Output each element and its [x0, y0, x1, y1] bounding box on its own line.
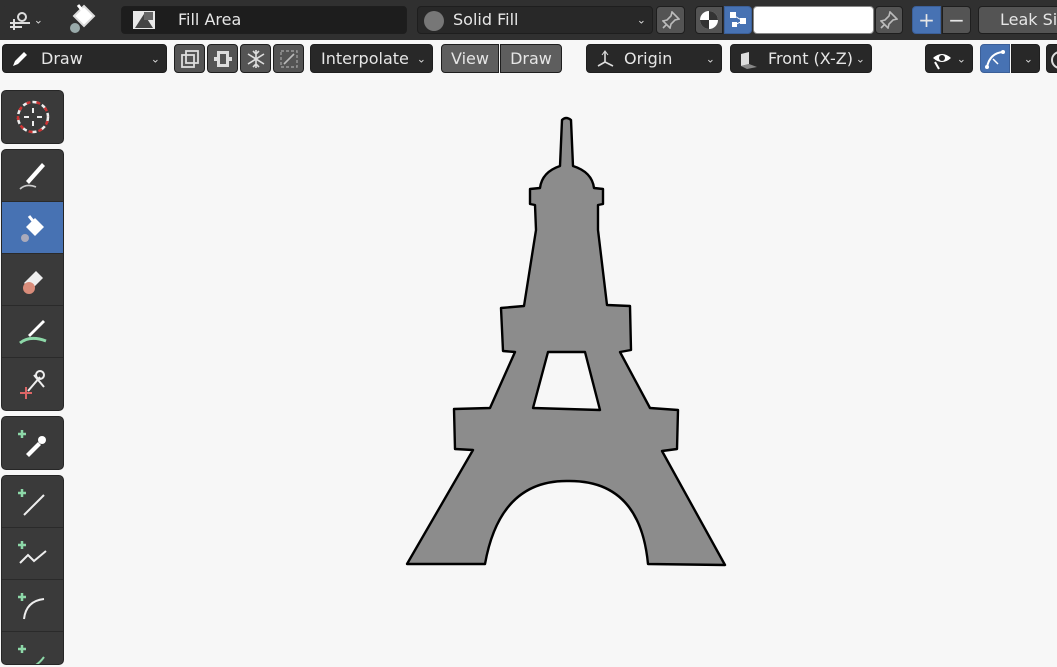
chevron-down-icon: ⌄ — [150, 52, 160, 65]
freeze-button[interactable] — [240, 44, 271, 73]
color-mode-icon — [696, 10, 722, 30]
add-label: + — [918, 8, 935, 32]
tool-group-cursor — [1, 90, 64, 144]
tool-group-sample — [1, 416, 64, 470]
fill-bucket-icon — [16, 211, 50, 245]
chevron-down-icon: ⌄ — [855, 52, 865, 65]
3d-cursor-icon — [14, 98, 52, 136]
chevron-down-icon: ⌄ — [956, 52, 966, 65]
view-tab-label: View — [451, 49, 489, 68]
merge-dashed-icon — [279, 49, 299, 69]
tool-group-shapes — [1, 475, 64, 665]
eraser-icon — [16, 263, 50, 297]
tool-tint[interactable] — [2, 306, 63, 358]
tool-eyedropper[interactable] — [2, 417, 63, 469]
lock-frame-button[interactable] — [207, 44, 238, 73]
origin-axes-icon — [595, 50, 617, 70]
chevron-down-icon: ⌄ — [636, 13, 646, 27]
stroke-placement-selector[interactable]: Origin ⌄ — [586, 44, 722, 73]
pin-color-button[interactable] — [875, 6, 903, 34]
drawing-plane-selector[interactable]: Front (X-Z) ⌄ — [730, 44, 872, 73]
interpolate-menu[interactable]: Interpolate ⌄ — [310, 44, 433, 73]
tool-curve[interactable] — [2, 632, 63, 664]
tool-cursor[interactable] — [2, 91, 63, 143]
remove-label: − — [948, 8, 965, 32]
layers-icon — [180, 49, 200, 69]
curve-edit-toggle[interactable] — [980, 44, 1010, 73]
color-mode-vertex[interactable] — [724, 6, 752, 34]
snowflake-icon — [246, 49, 266, 69]
chevron-down-icon: ⌄ — [33, 13, 43, 27]
leak-size-field[interactable]: Leak Si — [978, 6, 1057, 34]
pencil-icon — [11, 50, 29, 68]
plane-icon — [737, 50, 759, 70]
tool-erase[interactable] — [2, 254, 63, 306]
overlay-selector[interactable]: ⌄ — [925, 44, 973, 73]
origin-label: Origin — [624, 49, 673, 68]
remove-button[interactable]: − — [942, 6, 971, 34]
viewport-header: Draw ⌄ Interpolate ⌄ View Draw Origin ⌄ … — [0, 40, 1057, 78]
pencil-icon — [16, 159, 50, 193]
material-selector[interactable]: Solid Fill ⌄ — [417, 6, 653, 34]
brush-selector[interactable]: Fill Area — [121, 6, 407, 34]
mode-label: Draw — [41, 49, 83, 68]
viewport-canvas[interactable] — [66, 78, 1057, 663]
mode-selector[interactable]: ⌄ — [2, 6, 50, 34]
chevron-down-icon: ⌄ — [705, 52, 715, 65]
eiffel-tower-shape — [405, 116, 727, 567]
film-strip-icon — [213, 49, 233, 69]
pin-material-button[interactable] — [656, 6, 685, 34]
shading-circle-icon — [1051, 51, 1057, 69]
orientation-label: Front (X-Z) — [768, 49, 853, 68]
interaction-mode-selector[interactable]: Draw ⌄ — [2, 44, 167, 73]
tool-group-paint — [1, 149, 64, 411]
vertex-color-swatch[interactable] — [753, 6, 874, 34]
chevron-down-icon: ⌄ — [1023, 52, 1033, 65]
fill-bucket-icon — [66, 2, 100, 36]
brush-preview-icon — [132, 10, 156, 30]
draw-tab-label: Draw — [510, 49, 552, 68]
multiframe-button[interactable] — [174, 44, 205, 73]
arc-tool-icon — [16, 589, 50, 623]
material-name: Solid Fill — [453, 10, 519, 29]
auto-merge-button[interactable] — [273, 44, 304, 73]
grease-pencil-mode-icon — [8, 10, 32, 32]
tab-view[interactable]: View — [441, 44, 499, 73]
cutter-scissors-icon — [16, 367, 50, 401]
pin-icon — [657, 11, 684, 29]
interpolate-label: Interpolate — [321, 49, 409, 68]
pin-icon — [876, 11, 902, 29]
vertex-color-icon — [725, 10, 751, 30]
tool-draw[interactable] — [2, 150, 63, 202]
color-mode-material[interactable] — [695, 6, 723, 34]
tint-brush-icon — [16, 315, 50, 349]
material-sphere-icon — [424, 11, 444, 31]
curve-edit-dropdown[interactable]: ⌄ — [1011, 44, 1040, 73]
tool-header: ⌄ Fill Area Solid Fill ⌄ + − Leak Si — [0, 0, 1057, 40]
viewport-shading-button[interactable] — [1046, 44, 1057, 73]
brush-name: Fill Area — [178, 10, 242, 29]
line-tool-icon — [16, 485, 50, 519]
tab-draw[interactable]: Draw — [500, 44, 562, 73]
chevron-down-icon: ⌄ — [416, 52, 426, 65]
tool-line[interactable] — [2, 476, 63, 528]
tool-arc[interactable] — [2, 580, 63, 632]
eyedropper-icon — [16, 426, 50, 460]
add-button[interactable]: + — [912, 6, 941, 34]
eiffel-tower-drawing — [405, 116, 727, 567]
tool-cutter[interactable] — [2, 358, 63, 410]
curve-edit-icon — [984, 49, 1006, 69]
visibility-eye-icon — [931, 50, 953, 70]
tool-fill[interactable] — [2, 202, 63, 254]
leak-size-label: Leak Si — [1000, 10, 1057, 29]
polyline-tool-icon — [16, 537, 50, 571]
tool-polyline[interactable] — [2, 528, 63, 580]
curve-tool-icon — [16, 641, 50, 664]
